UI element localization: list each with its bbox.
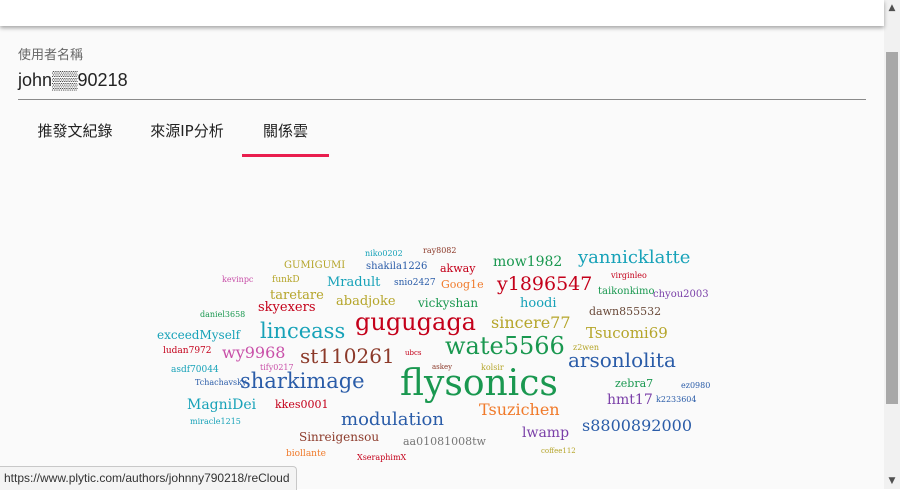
word-cloud-item[interactable]: aa01081008tw (403, 435, 487, 448)
word-cloud-item[interactable]: Tchachavsky (195, 378, 247, 387)
word-cloud-item[interactable]: sharkimage (240, 369, 365, 393)
word-cloud-item[interactable]: modulation (341, 409, 444, 430)
word-cloud-item[interactable]: dawn855532 (589, 305, 661, 318)
word-cloud-item[interactable]: kkes0001 (275, 398, 328, 411)
scroll-up-arrow-icon[interactable]: ▲ (884, 0, 900, 16)
word-cloud-item[interactable]: Mradult (327, 275, 381, 290)
word-cloud-item[interactable]: vickyshan (417, 296, 478, 310)
word-cloud-item[interactable]: kevinpc (222, 275, 254, 284)
word-cloud-item[interactable]: niko0202 (365, 249, 403, 258)
word-cloud-item[interactable]: s8800892000 (582, 416, 692, 435)
word-cloud-item[interactable]: virginleo (610, 271, 647, 280)
word-cloud-item[interactable]: GUMIGUMI (284, 260, 345, 271)
word-cloud-item[interactable]: k2233604 (656, 395, 696, 404)
word-cloud-item[interactable]: zebra7 (615, 377, 653, 390)
word-cloud-item[interactable]: daniel3658 (200, 310, 245, 319)
word-cloud-item[interactable]: ez0980 (681, 381, 710, 390)
word-cloud-item[interactable]: wate5566 (445, 332, 565, 360)
word-cloud-item[interactable]: wy9968 (222, 343, 285, 362)
word-cloud-item[interactable]: biollante (286, 449, 326, 459)
word-cloud-item[interactable]: taikonkimo (598, 286, 654, 297)
word-cloud-item[interactable]: hoodi (520, 296, 557, 311)
word-cloud-item[interactable]: Sinreigensou (299, 430, 379, 444)
relation-word-cloud: flysonicsgugugagawate5566sharkimagest110… (157, 246, 710, 462)
word-cloud-item[interactable]: flysonics (400, 363, 558, 404)
top-app-bar (0, 0, 884, 26)
word-cloud-item[interactable]: ubcs (405, 349, 422, 357)
word-cloud-item[interactable]: asdf70044 (171, 365, 219, 375)
scrollbar-thumb[interactable] (886, 52, 898, 404)
word-cloud-item[interactable]: coffee112 (541, 447, 576, 455)
word-cloud-item[interactable]: exceedMyself (157, 328, 242, 342)
word-cloud-item[interactable]: Goog1e (441, 278, 484, 291)
word-cloud-item[interactable]: kolsir (481, 363, 504, 372)
vertical-scrollbar[interactable]: ▲ ▼ (884, 0, 900, 489)
word-cloud-item[interactable]: askey (432, 363, 452, 371)
word-cloud-item[interactable]: lwamp (522, 425, 569, 441)
word-cloud-item[interactable]: ray8082 (423, 246, 456, 255)
word-cloud-item[interactable]: sincere77 (491, 313, 571, 332)
word-cloud-item[interactable]: chyou2003 (653, 289, 709, 300)
word-cloud-item[interactable]: funkD (272, 275, 300, 285)
word-cloud-item[interactable]: akway (440, 262, 476, 275)
word-cloud-item[interactable]: Tsucomi69 (586, 324, 668, 342)
word-cloud-item[interactable]: miracle1215 (190, 417, 241, 426)
word-cloud-item[interactable]: XseraphimX (357, 453, 407, 462)
word-cloud-item[interactable]: abadjoke (336, 294, 396, 309)
status-bar-url: https://www.plytic.com/authors/johnny790… (0, 466, 297, 490)
word-cloud-item[interactable]: ludan7972 (163, 346, 212, 356)
word-cloud-item[interactable]: st110261 (300, 344, 395, 368)
word-cloud-item[interactable]: hmt17 (607, 392, 653, 408)
word-cloud-item[interactable]: yannicklatte (577, 247, 690, 268)
word-cloud-item[interactable]: linceass (260, 319, 345, 343)
scroll-down-arrow-icon[interactable]: ▼ (884, 473, 900, 489)
word-cloud-item[interactable]: z2wen (573, 343, 599, 352)
word-cloud-item[interactable]: mow1982 (493, 254, 562, 270)
word-cloud-item[interactable]: Tsuzichen (479, 400, 560, 419)
word-cloud-item[interactable]: snio2427 (394, 278, 436, 288)
word-cloud-item[interactable]: skyexers (258, 300, 316, 315)
word-cloud-item[interactable]: tify0217 (260, 363, 294, 372)
word-cloud-item[interactable]: y1896547 (496, 273, 592, 295)
word-cloud-item[interactable]: shakila1226 (366, 261, 427, 272)
word-cloud-item[interactable]: MagniDei (187, 397, 257, 413)
